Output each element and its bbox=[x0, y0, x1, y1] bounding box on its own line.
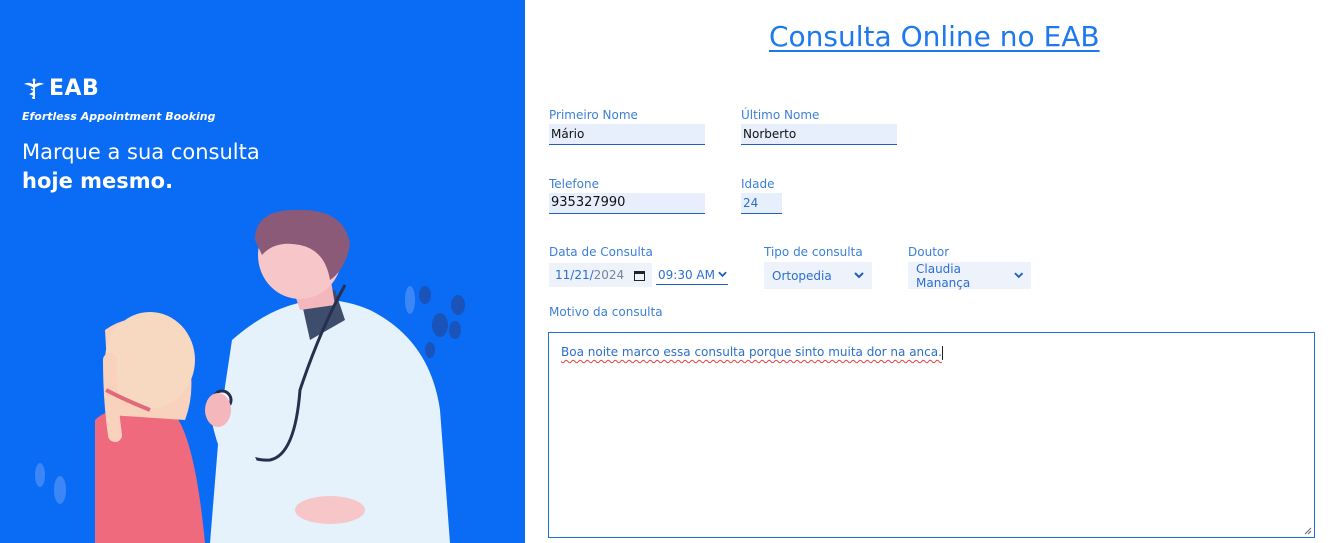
reason-text: Boa noite marco essa consulta porque sin… bbox=[561, 345, 942, 359]
brand-name: EAB bbox=[49, 76, 100, 101]
age-input[interactable]: 24 bbox=[741, 193, 782, 214]
date-month-day: 11/21/ bbox=[555, 268, 594, 282]
doctor-select[interactable]: Claudia Manança bbox=[908, 261, 1031, 290]
headline-line-1: Marque a sua consulta bbox=[22, 140, 260, 164]
hero-headline: Marque a sua consulta hoje mesmo. bbox=[22, 138, 260, 196]
reason-label: Motivo da consulta bbox=[549, 305, 663, 319]
date-input[interactable]: 11/21/ 2024 bbox=[549, 263, 652, 287]
chevron-down-icon bbox=[1013, 272, 1023, 279]
text-caret bbox=[941, 345, 943, 360]
phone-input[interactable]: 935327990 bbox=[549, 193, 705, 214]
hero-panel: EAB Efortless Appointment Booking Marque… bbox=[0, 0, 525, 543]
date-label: Data de Consulta bbox=[549, 245, 653, 259]
phone-label: Telefone bbox=[549, 177, 599, 191]
time-select[interactable]: 09:30 AM bbox=[656, 265, 728, 285]
chevron-down-icon bbox=[718, 271, 727, 278]
headline-line-2: hoje mesmo. bbox=[22, 169, 174, 193]
consult-type-label: Tipo de consulta bbox=[764, 245, 863, 259]
last-name-input[interactable]: Norberto bbox=[741, 124, 897, 145]
doctor-patient-illustration bbox=[35, 209, 465, 543]
first-name-input[interactable]: Mário bbox=[549, 124, 705, 145]
doctor-value: Claudia Manança bbox=[916, 261, 971, 290]
calendar-icon[interactable] bbox=[634, 270, 646, 281]
last-name-label: Último Nome bbox=[741, 108, 820, 122]
page-title[interactable]: Consulta Online no EAB bbox=[769, 20, 1100, 53]
first-name-label: Primeiro Nome bbox=[549, 108, 638, 122]
brand: EAB bbox=[22, 76, 99, 101]
caduceus-icon bbox=[24, 78, 44, 99]
age-label: Idade bbox=[741, 177, 775, 191]
time-value: 09:30 AM bbox=[658, 267, 715, 282]
brand-tagline: Efortless Appointment Booking bbox=[22, 110, 216, 123]
resize-handle-icon[interactable] bbox=[1304, 527, 1312, 535]
reason-textarea[interactable]: Boa noite marco essa consulta porque sin… bbox=[548, 332, 1315, 538]
consult-type-value: Ortopedia bbox=[772, 268, 832, 283]
date-year: 2024 bbox=[593, 268, 625, 282]
consult-type-select[interactable]: Ortopedia bbox=[764, 262, 872, 289]
doctor-label: Doutor bbox=[908, 245, 950, 259]
chevron-down-icon bbox=[854, 272, 864, 279]
